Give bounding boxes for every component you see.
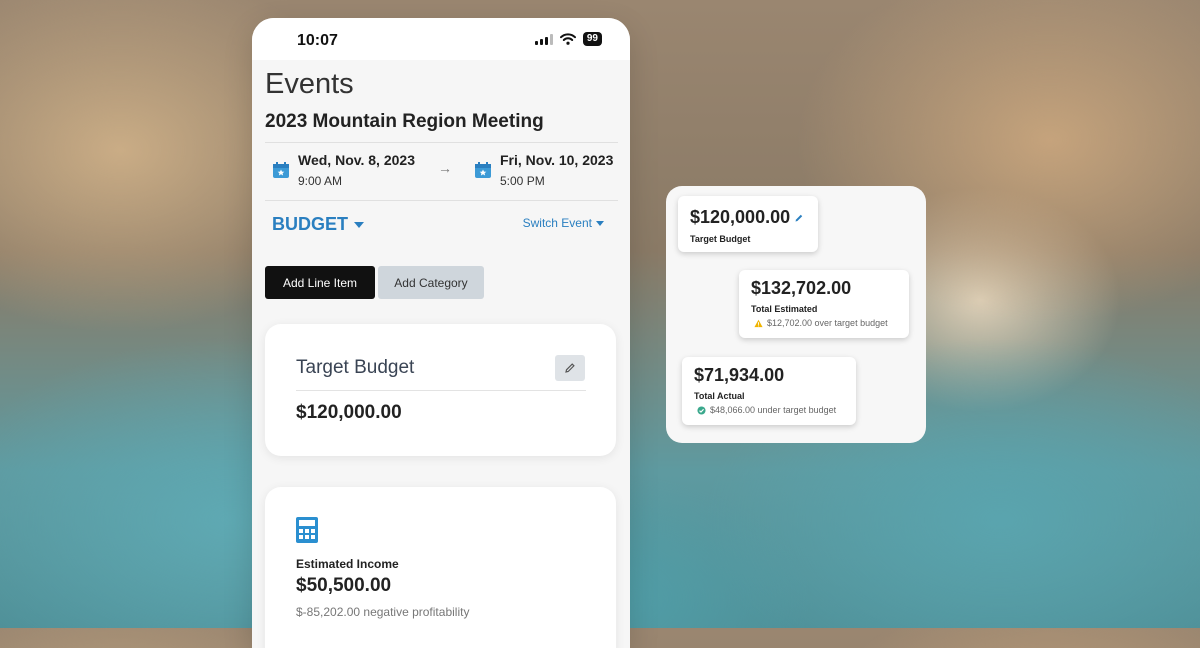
budget-section-dropdown[interactable]: BUDGET [272,214,364,235]
divider [265,142,618,143]
status-time: 10:07 [297,32,338,49]
calendar-icon [273,162,289,178]
target-budget-summary: $120,000.00 Target Budget [678,196,818,252]
total-estimated-amount: $132,702.00 [751,278,852,298]
estimated-income-label: Estimated Income [296,557,399,571]
under-budget-text: $48,066.00 under target budget [710,405,837,415]
arrow-right-icon: → [438,160,452,176]
warning-icon [754,319,763,327]
phone-screen: 10:07 99 Events 2023 Mountain Region Mee… [252,18,630,648]
budget-section-label: BUDGET [272,214,348,234]
start-date: Wed, Nov. 8, 2023 9:00 AM [272,152,415,188]
event-name: 2023 Mountain Region Meeting [265,111,544,132]
battery-icon: 99 [582,32,602,46]
total-actual-label: Total Actual [694,391,745,401]
start-date-label: Wed, Nov. 8, 2023 [298,152,415,168]
status-icons: 99 [534,32,602,46]
target-budget-amount: $120,000.00 [296,402,402,423]
signal-icon [534,33,553,45]
budget-summary-panel: $120,000.00 Target Budget $132,702.00 To… [666,186,926,443]
total-estimated-summary: $132,702.00 Total Estimated $12,702.00 o… [739,270,909,338]
add-line-item-button[interactable]: Add Line Item [265,266,375,299]
pencil-icon[interactable] [794,213,804,223]
over-budget-note: $12,702.00 over target budget [754,318,888,328]
total-actual-amount: $71,934.00 [694,365,785,385]
caret-down-icon [596,220,604,226]
end-date: Fri, Nov. 10, 2023 5:00 PM [474,152,613,188]
wifi-icon [559,33,576,45]
check-circle-icon [697,405,706,415]
pencil-icon [565,363,575,373]
status-bar: 10:07 99 [252,18,630,60]
estimated-income-card: Estimated Income $50,500.00 $-85,202.00 … [265,487,616,648]
edit-target-budget-button[interactable] [555,355,585,381]
calendar-icon [475,162,491,178]
switch-event-label: Switch Event [522,216,592,230]
page-title: Events [265,68,354,100]
switch-event-button[interactable]: Switch Event [523,216,604,230]
under-budget-note: $48,066.00 under target budget [697,405,836,415]
total-estimated-label: Total Estimated [751,304,818,314]
end-date-label: Fri, Nov. 10, 2023 [500,152,614,168]
target-budget-amount: $120,000.00 [690,207,791,227]
target-budget-title: Target Budget [296,357,415,378]
target-budget-card: Target Budget $120,000.00 [265,324,616,456]
calculator-icon [296,517,318,543]
total-actual-summary: $71,934.00 Total Actual $48,066.00 under… [682,357,856,425]
add-category-button[interactable]: Add Category [378,266,484,299]
target-budget-label: Target Budget [690,234,751,244]
estimated-income-amount: $50,500.00 [296,575,392,596]
profitability-note: $-85,202.00 negative profitability [296,605,470,619]
divider [296,390,586,391]
divider [265,200,618,201]
end-time-label: 5:00 PM [500,174,545,188]
caret-down-icon [354,221,364,228]
over-budget-text: $12,702.00 over target budget [767,318,888,328]
start-time-label: 9:00 AM [298,174,343,188]
